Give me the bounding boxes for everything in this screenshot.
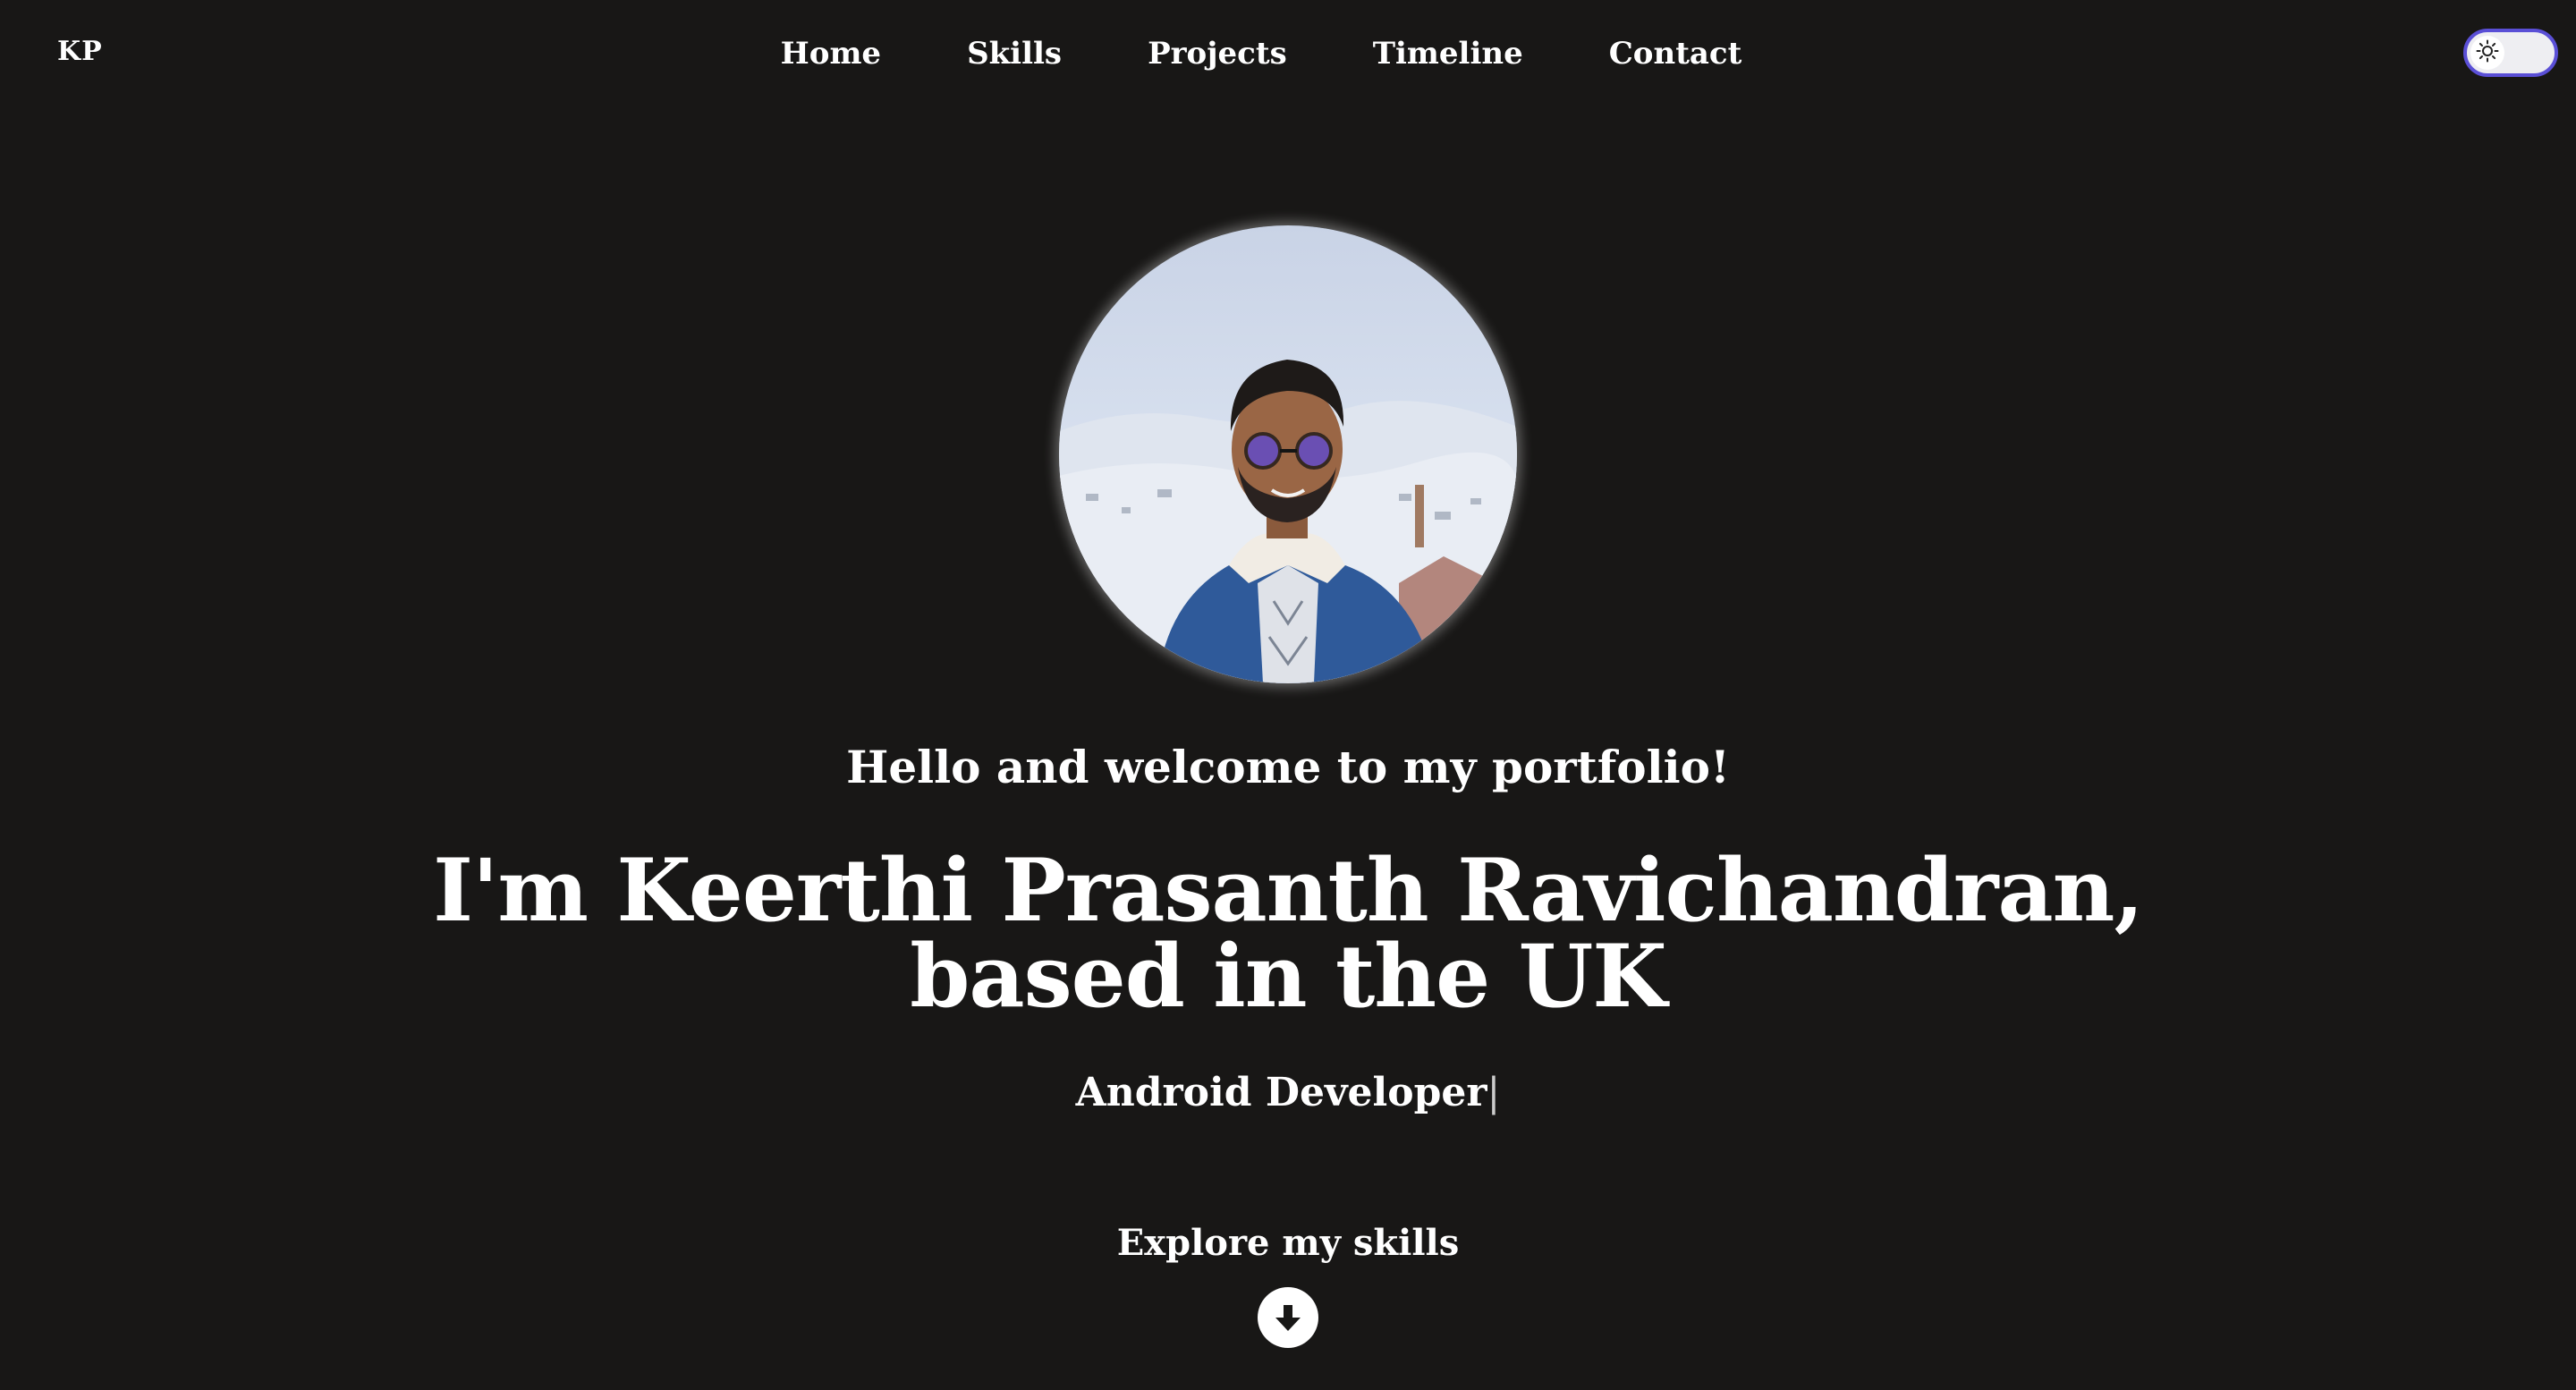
theme-toggle[interactable] <box>2463 29 2558 77</box>
main-nav: Home Skills Projects Timeline Contact <box>0 36 2576 72</box>
nav-contact-link[interactable]: Contact <box>1609 36 1742 72</box>
nav-skills-link[interactable]: Skills <box>967 36 1062 72</box>
portfolio-page: KP Home Skills Projects Timeline Contact <box>0 0 2576 1390</box>
arrow-down-circle-icon[interactable] <box>1258 1287 1318 1348</box>
sun-icon <box>2476 39 2499 66</box>
typing-cursor: | <box>1487 1070 1501 1115</box>
nav-projects-link[interactable]: Projects <box>1148 36 1287 72</box>
greeting-text: Hello and welcome to my portfolio! <box>846 741 1730 793</box>
nav-home-link[interactable]: Home <box>781 36 881 72</box>
role-typewriter: Android Developer| <box>0 1070 2576 1115</box>
profile-photo <box>1059 225 1517 683</box>
hero-headline: I'm Keerthi Prasanth Ravichandran, based… <box>0 848 2576 1020</box>
explore-skills-link[interactable]: Explore my skills <box>0 1222 2576 1264</box>
nav-timeline-link[interactable]: Timeline <box>1373 36 1523 72</box>
toggle-knob <box>2470 36 2504 70</box>
headline-line-2: based in the UK <box>910 926 1666 1027</box>
role-text: Android Developer <box>1075 1070 1487 1115</box>
